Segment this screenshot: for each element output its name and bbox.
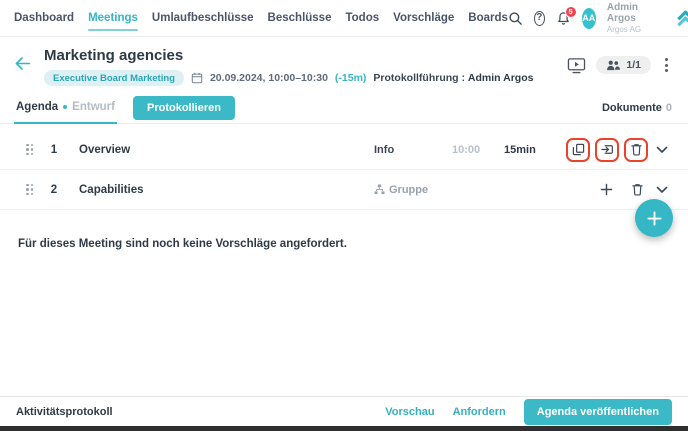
nav-right-cluster: ? 5 AA Admin Argos Argos AG Apollo.ai: [508, 2, 688, 34]
delete-item-button[interactable]: [626, 179, 648, 201]
tab-agenda[interactable]: Agenda Entwurf: [14, 92, 117, 124]
attendance-pill[interactable]: 1/1: [596, 56, 651, 74]
agenda-item-number: 1: [47, 144, 61, 156]
nav-item-vorschlaege[interactable]: Vorschläge: [393, 0, 454, 36]
activity-log-link[interactable]: Aktivitätsprotokoll: [16, 406, 113, 418]
add-sub-item-button[interactable]: [595, 179, 617, 201]
trash-icon: [631, 143, 642, 156]
bottom-action-bar: Aktivitätsprotokoll Vorschau Anfordern A…: [0, 396, 688, 426]
copy-icon: [572, 143, 585, 156]
move-item-button[interactable]: [595, 138, 619, 162]
chevron-down-icon: [656, 186, 668, 194]
chevron-down-icon: [656, 146, 668, 154]
window-bottom-edge: [0, 426, 688, 431]
back-button[interactable]: [14, 56, 31, 86]
help-icon[interactable]: ?: [534, 11, 545, 26]
attendance-count: 1/1: [626, 59, 641, 71]
move-into-icon: [601, 143, 614, 156]
nav-item-dashboard[interactable]: Dashboard: [14, 0, 74, 36]
agenda-item-duration: 15min: [504, 144, 554, 156]
agenda-list: 1 Overview Info 10:00 15min: [0, 130, 688, 210]
tabs-row: Agenda Entwurf Protokollieren Dokumente …: [0, 92, 688, 124]
nav-item-umlaufbeschluesse[interactable]: Umlaufbeschlüsse: [152, 0, 254, 36]
calendar-icon: [191, 72, 203, 84]
meeting-info: Marketing agencies Executive Board Marke…: [44, 47, 567, 86]
protocol-label: Protokollführung :: [373, 72, 465, 84]
time-delta: (-15m): [335, 72, 367, 84]
agenda-row-overview[interactable]: 1 Overview Info 10:00 15min: [0, 130, 688, 170]
notifications-bell-icon[interactable]: 5: [556, 11, 571, 26]
page-title: Marketing agencies: [44, 47, 567, 64]
meeting-meta: Executive Board Marketing 20.09.2024, 10…: [44, 70, 567, 86]
page-header: Marketing agencies Executive Board Marke…: [0, 37, 688, 92]
top-nav: Dashboard Meetings Umlaufbeschlüsse Besc…: [0, 0, 688, 37]
agenda-item-title: Overview: [79, 144, 130, 156]
plus-icon: [600, 183, 613, 196]
drag-handle-icon[interactable]: [26, 144, 33, 156]
board-badge[interactable]: Executive Board Marketing: [44, 70, 184, 86]
group-icon: [374, 184, 385, 195]
agenda-row-capabilities[interactable]: 2 Capabilities Gruppe: [0, 170, 688, 210]
notification-badge: 5: [565, 6, 577, 18]
agenda-item-start-time: 10:00: [452, 144, 504, 156]
nav-item-beschluesse[interactable]: Beschlüsse: [268, 0, 332, 36]
main-nav: Dashboard Meetings Umlaufbeschlüsse Besc…: [14, 0, 508, 36]
meeting-datetime: 20.09.2024, 10:00–10:30: [210, 72, 328, 84]
user-org: Argos AG: [607, 25, 649, 34]
agenda-item-title: Capabilities: [79, 184, 144, 196]
status-dot-icon: [63, 105, 67, 109]
protocol-name: Admin Argos: [468, 72, 534, 84]
agenda-item-number: 2: [47, 184, 61, 196]
agenda-item-type: Gruppe: [389, 184, 428, 196]
preview-link[interactable]: Vorschau: [385, 406, 434, 418]
no-proposals-message: Für dieses Meeting sind noch keine Vorsc…: [18, 238, 672, 250]
apollo-logo-icon: [676, 10, 688, 27]
nav-item-todos[interactable]: Todos: [345, 0, 379, 36]
publish-agenda-button[interactable]: Agenda veröffentlichen: [524, 399, 672, 425]
documents-label: Dokumente: [602, 102, 662, 114]
user-info[interactable]: Admin Argos Argos AG: [607, 2, 649, 34]
agenda-item-type: Info: [374, 144, 394, 156]
agenda-row-right: Gruppe: [374, 179, 674, 201]
nav-item-boards[interactable]: Boards: [468, 0, 508, 36]
expand-item-chevron[interactable]: [650, 186, 674, 194]
agenda-item-actions: [554, 179, 648, 201]
protokollieren-button[interactable]: Protokollieren: [133, 96, 235, 120]
delete-item-button[interactable]: [624, 138, 648, 162]
header-actions: 1/1: [567, 55, 672, 75]
app-window: Dashboard Meetings Umlaufbeschlüsse Besc…: [0, 0, 688, 431]
footer-actions: Vorschau Anfordern Agenda veröffentliche…: [385, 399, 672, 425]
search-icon[interactable]: [508, 11, 523, 26]
expand-item-chevron[interactable]: [650, 146, 674, 154]
present-screen-icon[interactable]: [567, 57, 586, 74]
documents-toggle[interactable]: Dokumente 0: [602, 102, 672, 114]
plus-icon: [647, 211, 662, 226]
duplicate-item-button[interactable]: [566, 138, 590, 162]
help-glyph: ?: [536, 13, 542, 23]
agenda-status: Entwurf: [72, 101, 115, 113]
nav-item-meetings[interactable]: Meetings: [88, 0, 138, 36]
agenda-item-actions: [554, 138, 648, 162]
trash-icon: [632, 183, 643, 196]
attendees-icon: [606, 60, 621, 71]
brand-logo: Apollo.ai: [676, 10, 688, 27]
agenda-row-right: Info 10:00 15min: [374, 138, 674, 162]
documents-count: 0: [666, 102, 672, 114]
user-name: Admin Argos: [607, 2, 649, 25]
protocol-info: Protokollführung : Admin Argos: [373, 72, 533, 84]
request-link[interactable]: Anfordern: [453, 406, 506, 418]
avatar[interactable]: AA: [582, 8, 596, 29]
tab-agenda-label: Agenda: [16, 101, 58, 113]
more-options-icon[interactable]: [661, 55, 672, 75]
drag-handle-icon[interactable]: [26, 184, 33, 196]
add-agenda-item-fab[interactable]: [635, 199, 673, 237]
